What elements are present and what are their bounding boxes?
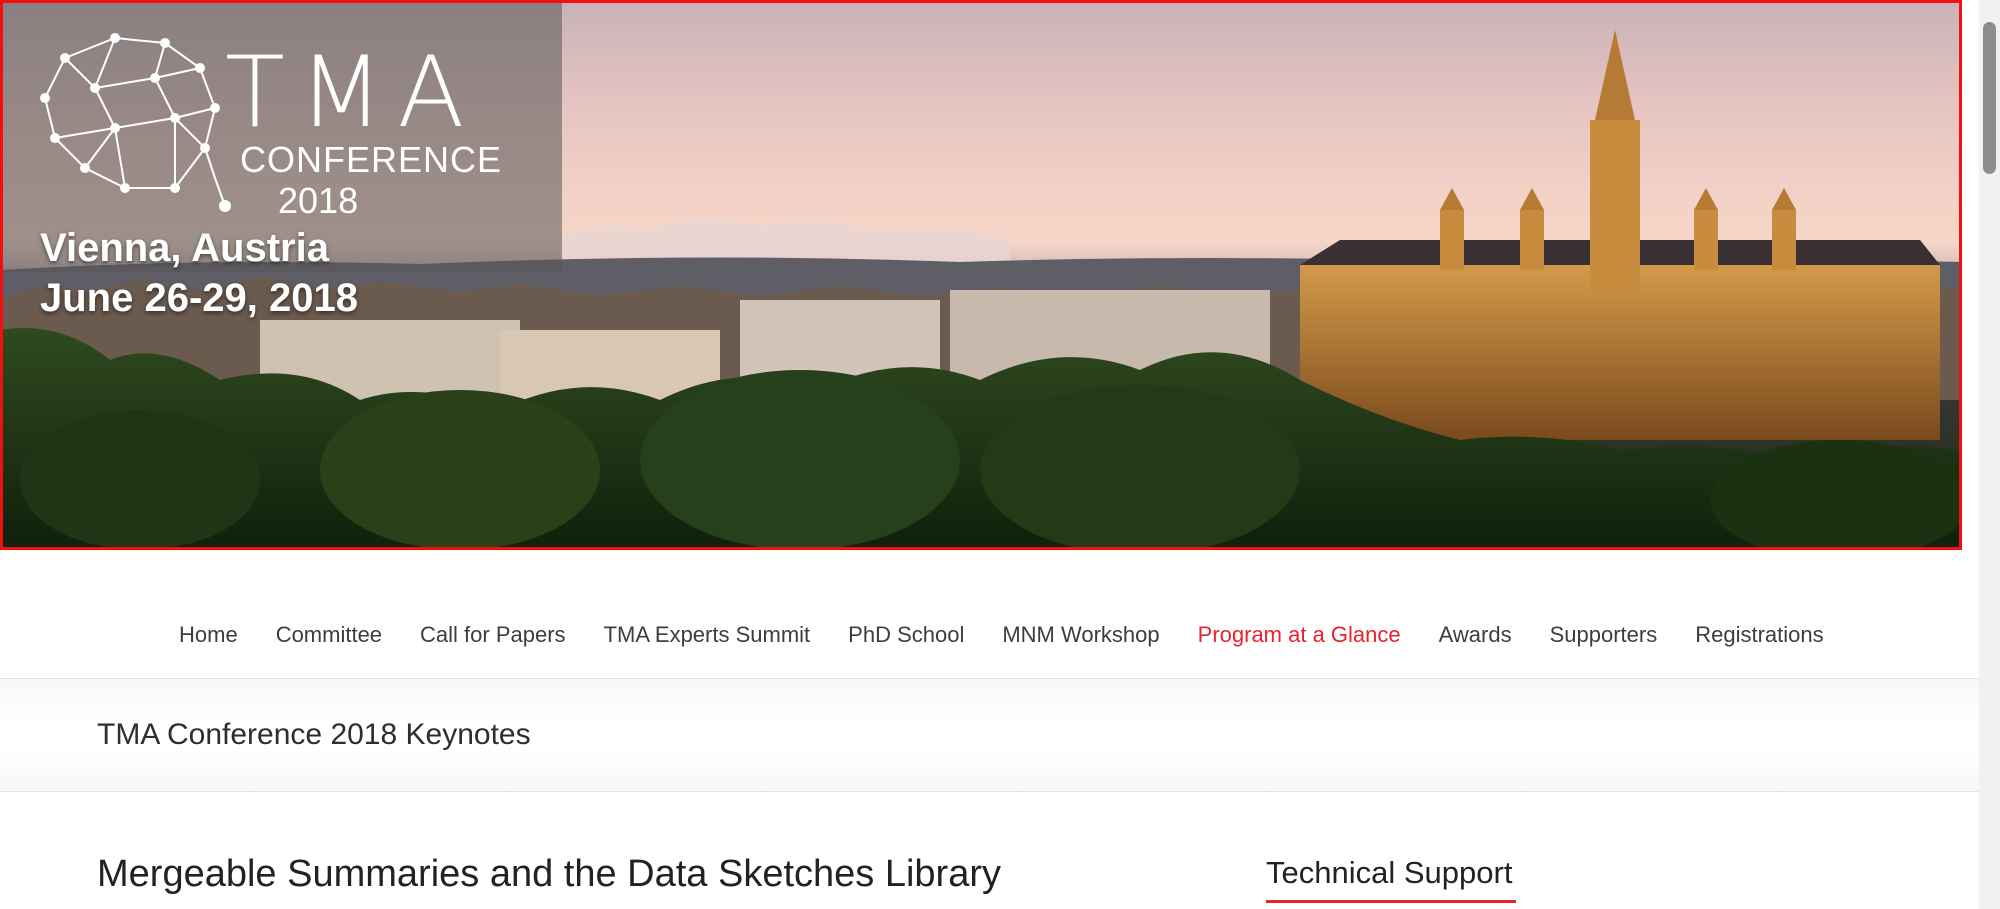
nav-item-supporters[interactable]: Supporters — [1550, 622, 1658, 648]
nav-item-committee[interactable]: Committee — [276, 622, 382, 648]
logo-wordmark: TMA — [225, 36, 479, 150]
banner-location: Vienna, Austria — [40, 226, 329, 270]
nav-item-registrations[interactable]: Registrations — [1695, 622, 1823, 648]
page-scrollbar[interactable] — [1979, 0, 2000, 909]
nav-item-program-at-a-glance[interactable]: Program at a Glance — [1198, 622, 1401, 648]
brain-network-logo-icon — [40, 33, 231, 212]
sidebar-widget-title: Technical Support — [1266, 855, 1513, 890]
logo-conference-label: CONFERENCE — [240, 139, 503, 180]
logo-year-label: 2018 — [278, 180, 359, 221]
nav-item-tma-experts-summit[interactable]: TMA Experts Summit — [604, 622, 811, 648]
scrollbar-thumb[interactable] — [1983, 22, 1996, 174]
header-banner: TMA CONFERENCE 2018 Vienna, Austria June… — [0, 0, 1962, 550]
nav-menu: Home Committee Call for Papers TMA Exper… — [179, 622, 1862, 648]
article-heading: Mergeable Summaries and the Data Sketche… — [97, 853, 1002, 895]
nav-item-home[interactable]: Home — [179, 622, 238, 648]
nav-item-phd-school[interactable]: PhD School — [848, 622, 964, 648]
banner-dates: June 26-29, 2018 — [40, 276, 358, 320]
nav-item-awards[interactable]: Awards — [1439, 622, 1512, 648]
nav-item-call-for-papers[interactable]: Call for Papers — [420, 622, 566, 648]
main-navigation: Home Committee Call for Papers TMA Exper… — [0, 600, 1979, 679]
page-title-bar: TMA Conference 2018 Keynotes — [0, 679, 1979, 792]
sidebar-title-underline — [1266, 900, 1516, 903]
nav-item-mnm-workshop[interactable]: MNM Workshop — [1002, 622, 1159, 648]
page-title: TMA Conference 2018 Keynotes — [97, 718, 531, 751]
